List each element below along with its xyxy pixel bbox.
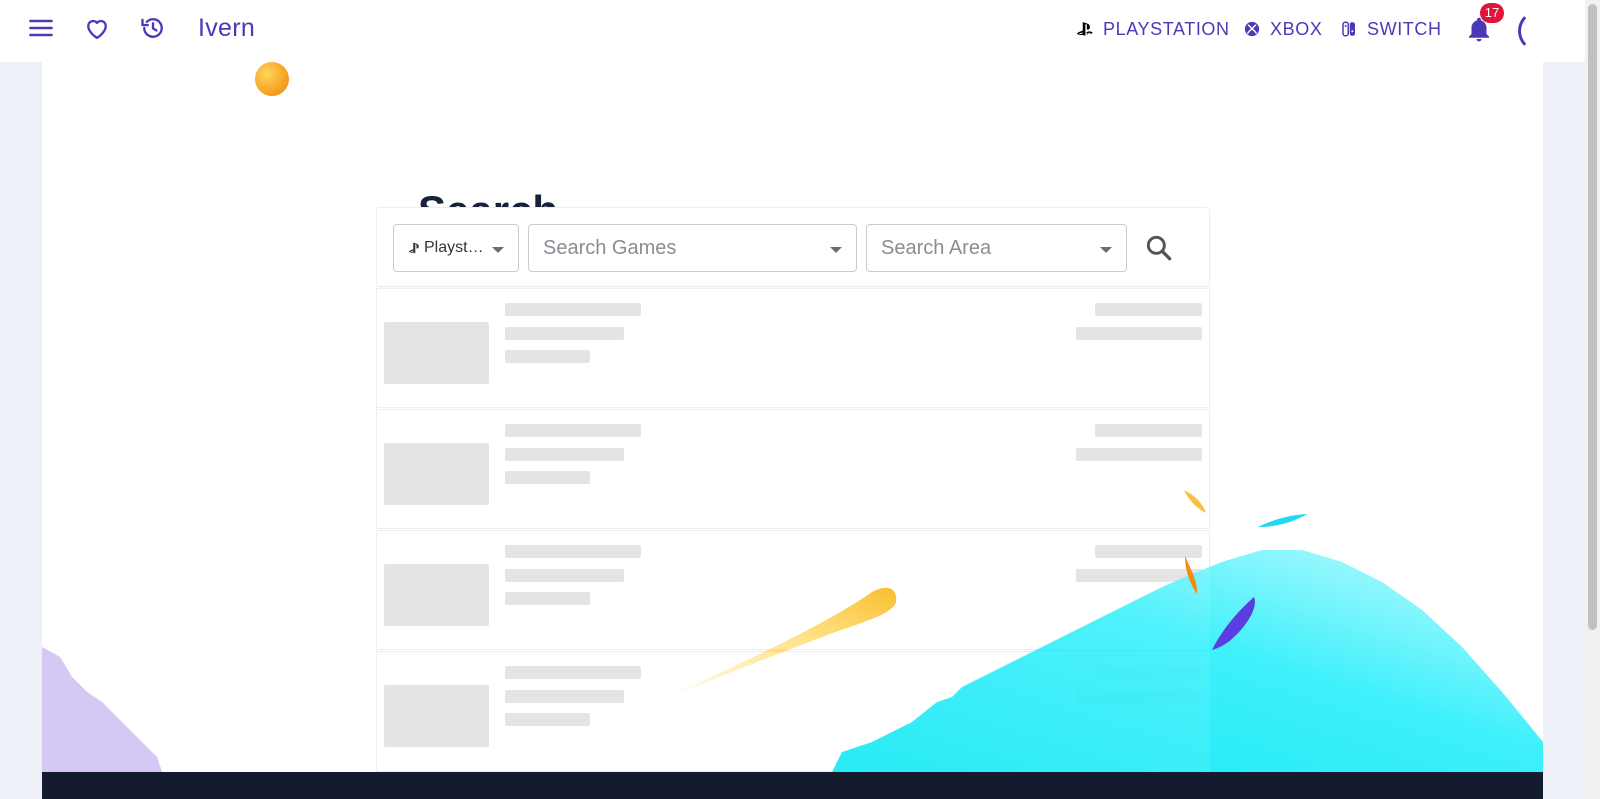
hamburger-menu-icon[interactable] (27, 14, 55, 42)
playstation-icon (1077, 22, 1093, 36)
search-area-input[interactable]: Search Area (866, 224, 1127, 272)
skeleton-line (1076, 569, 1202, 582)
vertical-scrollbar[interactable] (1585, 0, 1600, 799)
skeleton-line (1095, 545, 1202, 558)
heart-icon[interactable] (83, 14, 111, 42)
nav-link-switch[interactable]: SWITCH (1340, 18, 1442, 40)
small-cyan-leaf-shape (1258, 514, 1307, 527)
skeleton-line (1095, 424, 1202, 437)
skeleton-line (505, 448, 624, 461)
search-games-input[interactable]: Search Games (528, 224, 857, 272)
search-games-placeholder: Search Games (543, 237, 677, 259)
skeleton-line (505, 666, 641, 679)
skeleton-line (505, 569, 624, 582)
result-skeleton-row (376, 288, 1210, 408)
xbox-icon (1244, 21, 1260, 37)
skeleton-thumbnail (384, 443, 489, 505)
orange-sun-decoration (255, 62, 289, 96)
top-navigation-bar: Ivern PLAYSTATION XBOX SWITCH 17 (0, 0, 1585, 62)
skeleton-thumbnail (384, 322, 489, 384)
result-skeleton-row (376, 530, 1210, 650)
skeleton-line (1076, 448, 1202, 461)
notification-count-badge: 17 (1480, 3, 1504, 23)
skeleton-line (505, 713, 590, 726)
footer (42, 772, 1543, 799)
skeleton-line (505, 327, 624, 340)
lavender-corner-shape (42, 647, 162, 772)
switch-icon (1342, 21, 1355, 37)
result-skeleton-row (376, 651, 1210, 772)
search-area-placeholder: Search Area (881, 237, 992, 259)
search-icon (1146, 235, 1172, 261)
skeleton-line (505, 592, 590, 605)
platform-select[interactable]: Playst… (393, 224, 519, 272)
skeleton-line (505, 424, 641, 437)
skeleton-line (1076, 690, 1202, 703)
skeleton-thumbnail (384, 685, 489, 747)
chevron-down-icon (1100, 247, 1112, 253)
chevron-down-icon (830, 247, 842, 253)
playstation-icon (408, 242, 419, 254)
skeleton-line (1076, 327, 1202, 340)
skeleton-line (505, 690, 624, 703)
skeleton-line (505, 471, 590, 484)
nav-link-playstation-label: PLAYSTATION (1103, 18, 1230, 39)
nav-link-playstation[interactable]: PLAYSTATION (1076, 18, 1230, 40)
history-icon[interactable] (139, 14, 167, 42)
nav-link-xbox-label: XBOX (1270, 18, 1323, 39)
nav-link-xbox[interactable]: XBOX (1243, 18, 1322, 40)
chevron-down-icon (492, 247, 504, 253)
skeleton-thumbnail (384, 564, 489, 626)
scrollbar-thumb[interactable] (1588, 4, 1597, 630)
platform-select-label: Playst… (424, 239, 484, 256)
result-skeleton-row (376, 409, 1210, 529)
skeleton-line (505, 303, 641, 316)
skeleton-line (505, 545, 641, 558)
nav-link-switch-label: SWITCH (1367, 18, 1442, 39)
avatar-loading-spinner[interactable] (1518, 10, 1560, 52)
skeleton-line (505, 350, 590, 363)
search-bar: Playst… Search Games Search Area (376, 207, 1210, 287)
purple-leaf-shape (1212, 597, 1255, 650)
platform-select-value: Playst… (408, 239, 484, 257)
search-button[interactable] (1143, 232, 1175, 264)
brand-name[interactable]: Ivern (198, 14, 255, 43)
skeleton-line (1095, 666, 1202, 679)
skeleton-line (1095, 303, 1202, 316)
